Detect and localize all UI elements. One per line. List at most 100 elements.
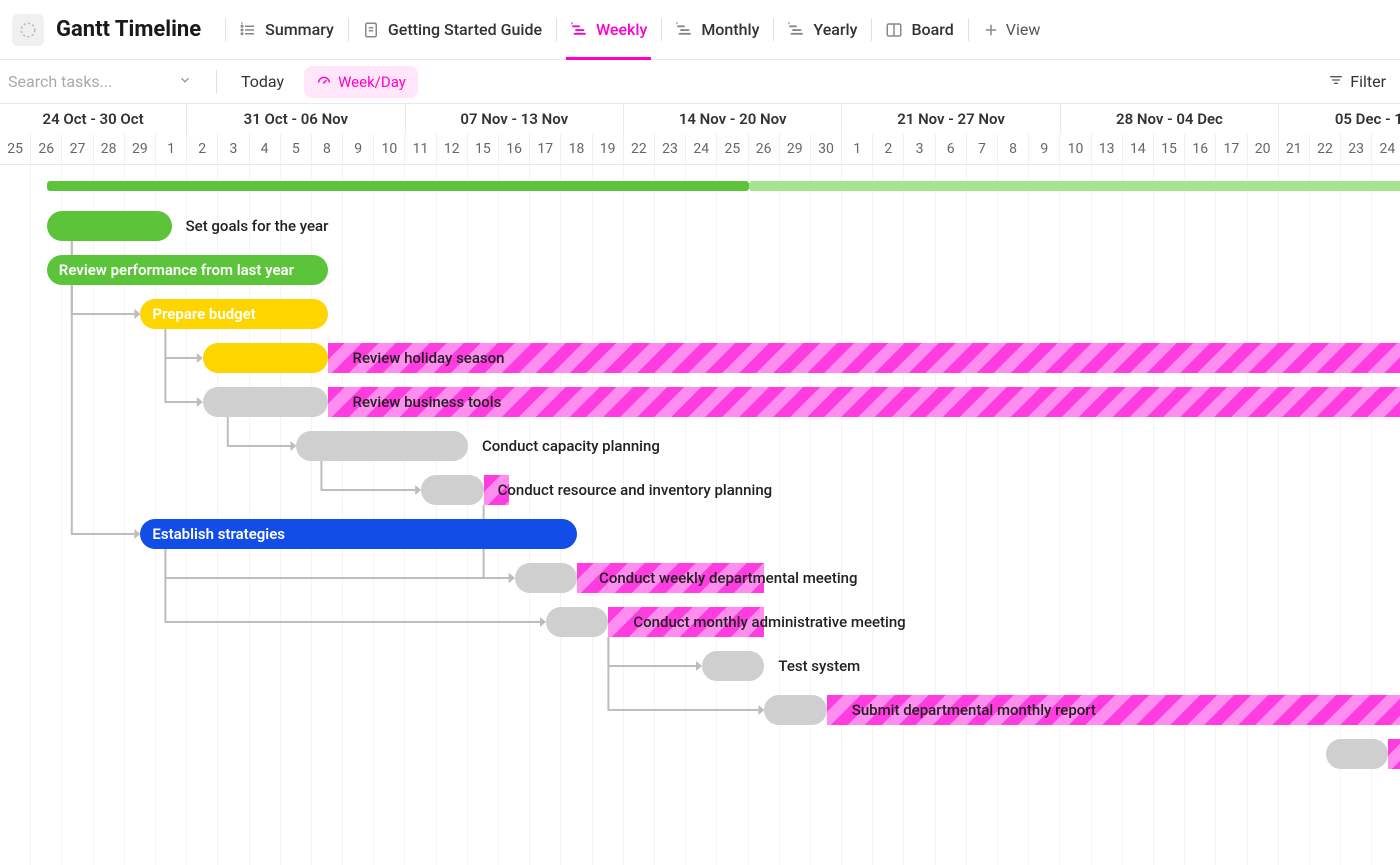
task-label: Submit departmental monthly report xyxy=(852,701,1096,719)
board-icon xyxy=(885,21,903,39)
zoom-level-selector[interactable]: Week/Day xyxy=(304,66,418,98)
day-header-cell: 20 xyxy=(1248,134,1279,164)
day-header-cell: 12 xyxy=(437,134,468,164)
tab-label: Getting Started Guide xyxy=(388,20,542,39)
day-header-cell: 1 xyxy=(842,134,873,164)
day-header-cell: 8 xyxy=(312,134,343,164)
task-label: Set goals for the year xyxy=(186,217,329,235)
tab-label: Monthly xyxy=(701,20,759,39)
task-label: Conduct weekly departmental meeting xyxy=(599,569,857,587)
tab-monthly[interactable]: Monthly xyxy=(661,0,773,59)
task-bar[interactable] xyxy=(203,343,328,373)
day-header-cell: 9 xyxy=(1029,134,1060,164)
tab-board[interactable]: Board xyxy=(871,0,967,59)
day-header-cell: 26 xyxy=(749,134,780,164)
list-pin-icon xyxy=(239,21,257,39)
day-header-cell: 1 xyxy=(156,134,187,164)
task-bar[interactable]: Establish strategies xyxy=(140,519,577,549)
tab-guide[interactable]: Getting Started Guide xyxy=(348,0,556,59)
task-label: Conduct capacity planning xyxy=(482,437,660,455)
plus-icon xyxy=(982,21,1000,39)
document-pin-icon xyxy=(362,21,380,39)
day-header-cell: 8 xyxy=(998,134,1029,164)
tabs: Summary Getting Started Guide Weekly Mon… xyxy=(225,0,1054,59)
day-header-cell: 5 xyxy=(281,134,312,164)
summary-bar[interactable] xyxy=(749,181,1400,191)
day-header-cell: 14 xyxy=(1123,134,1154,164)
weeks-row: 24 Oct - 30 Oct31 Oct - 06 Nov07 Nov - 1… xyxy=(0,104,1400,134)
tab-label: Weekly xyxy=(596,20,647,39)
task-bar[interactable] xyxy=(515,563,577,593)
week-header-cell: 24 Oct - 30 Oct xyxy=(0,104,187,134)
task-bar[interactable] xyxy=(764,695,826,725)
task-progress-stripe[interactable] xyxy=(1388,739,1400,769)
day-header-cell: 29 xyxy=(780,134,811,164)
day-header-cell: 22 xyxy=(1310,134,1341,164)
zoom-label: Week/Day xyxy=(338,73,406,91)
day-header-cell: 25 xyxy=(717,134,748,164)
week-header-cell: 31 Oct - 06 Nov xyxy=(187,104,405,134)
task-label: Establish strategies xyxy=(140,525,285,543)
task-bar[interactable]: Conduct resource and inventory planning xyxy=(421,475,483,505)
tab-label: Yearly xyxy=(813,20,857,39)
toolbar: Search tasks... Today Week/Day Filter xyxy=(0,60,1400,104)
task-label: Test system xyxy=(778,657,860,675)
task-label: Conduct resource and inventory planning xyxy=(498,481,773,499)
day-header-cell: 18 xyxy=(561,134,592,164)
day-header-cell: 6 xyxy=(936,134,967,164)
day-header-cell: 16 xyxy=(499,134,530,164)
summary-bar[interactable] xyxy=(47,181,749,191)
tab-summary[interactable]: Summary xyxy=(225,0,348,59)
day-header-cell: 15 xyxy=(1154,134,1185,164)
days-row: 2526272829123458910111215161718192223242… xyxy=(0,134,1400,164)
filter-button[interactable]: Filter xyxy=(1314,72,1400,92)
gantt-chart[interactable]: Set goals for the year Review performance… xyxy=(0,165,1400,865)
tab-label: Board xyxy=(911,20,953,39)
week-header-cell: 28 Nov - 04 Dec xyxy=(1061,104,1279,134)
day-header-cell: 17 xyxy=(1216,134,1247,164)
task-bar[interactable]: Prepare budget xyxy=(140,299,327,329)
day-header-cell: 15 xyxy=(468,134,499,164)
filter-label: Filter xyxy=(1350,72,1386,91)
task-bar[interactable]: Review performance from last year xyxy=(47,255,328,285)
add-view-button[interactable]: View xyxy=(968,0,1055,59)
task-bar[interactable] xyxy=(1326,739,1388,769)
task-bar[interactable]: Conduct capacity planning xyxy=(296,431,468,461)
gantt-pin-icon xyxy=(675,21,693,39)
today-button[interactable]: Today xyxy=(233,68,292,95)
day-header-cell: 26 xyxy=(31,134,62,164)
task-bar[interactable] xyxy=(546,607,608,637)
task-bar[interactable] xyxy=(203,387,328,417)
day-header-cell: 19 xyxy=(593,134,624,164)
day-header-cell: 21 xyxy=(1279,134,1310,164)
gantt-pin-icon xyxy=(787,21,805,39)
day-header-cell: 13 xyxy=(1092,134,1123,164)
day-header-cell: 2 xyxy=(873,134,904,164)
task-bar[interactable]: Test system xyxy=(702,651,764,681)
day-header-cell: 24 xyxy=(1372,134,1400,164)
week-header-cell: 14 Nov - 20 Nov xyxy=(624,104,842,134)
day-header-cell: 2 xyxy=(187,134,218,164)
task-label: Conduct monthly administrative meeting xyxy=(633,613,905,631)
day-header-cell: 29 xyxy=(125,134,156,164)
day-header-cell: 9 xyxy=(343,134,374,164)
filter-icon xyxy=(1328,72,1344,92)
task-bar[interactable]: Set goals for the year xyxy=(47,211,172,241)
day-header-cell: 7 xyxy=(967,134,998,164)
search-placeholder: Search tasks... xyxy=(8,72,112,91)
day-header-cell: 27 xyxy=(62,134,93,164)
tab-weekly[interactable]: Weekly xyxy=(556,0,661,59)
tab-label: Summary xyxy=(265,20,334,39)
page-title: Gantt Timeline xyxy=(56,17,201,42)
day-header-cell: 30 xyxy=(811,134,842,164)
header: Gantt Timeline Summary Getting Started G… xyxy=(0,0,1400,60)
week-header-cell: 07 Nov - 13 Nov xyxy=(406,104,624,134)
day-header-cell: 4 xyxy=(250,134,281,164)
task-label: Review performance from last year xyxy=(47,261,294,279)
tab-yearly[interactable]: Yearly xyxy=(773,0,871,59)
timeline-header: 24 Oct - 30 Oct31 Oct - 06 Nov07 Nov - 1… xyxy=(0,104,1400,165)
week-header-cell: 05 Dec - 11 Dec xyxy=(1279,104,1400,134)
day-header-cell: 23 xyxy=(655,134,686,164)
search-input[interactable]: Search tasks... xyxy=(0,72,200,91)
view-label: View xyxy=(1006,20,1041,39)
